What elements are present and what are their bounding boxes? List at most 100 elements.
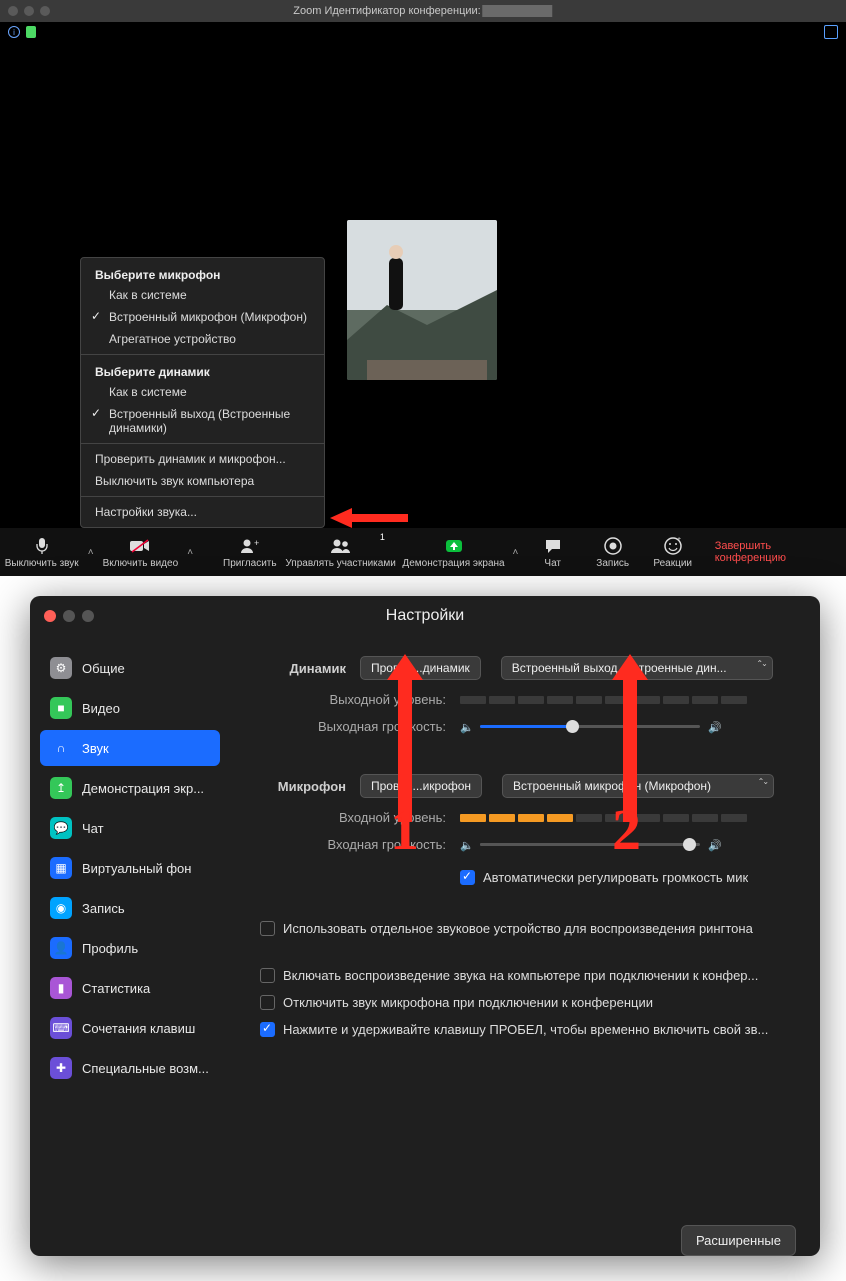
spk-option[interactable]: Встроенный выход (Встроенные динамики) <box>81 403 324 439</box>
sidebar-item-label: Чат <box>82 821 104 836</box>
input-volume-slider[interactable] <box>480 843 700 846</box>
advanced-button[interactable]: Расширенные <box>681 1225 796 1256</box>
video-button[interactable]: Включить видео <box>98 528 183 576</box>
annotation-number-2: 2 <box>612 796 641 863</box>
option-checkbox[interactable] <box>260 1022 275 1037</box>
record-button[interactable]: Запись <box>583 528 643 576</box>
level-segment <box>663 814 689 822</box>
settings-window: Настройки ⚙Общие ■Видео ∩ Звук ↥Демонстрация… <box>30 596 820 1256</box>
info-icon[interactable]: i <box>8 26 20 38</box>
menu-separator <box>81 443 324 444</box>
test-mic-button[interactable]: Провер...икрофон <box>360 774 482 798</box>
reactions-button[interactable]: + Реакции <box>643 528 703 576</box>
chat-icon <box>544 536 562 556</box>
test-audio-item[interactable]: Проверить динамик и микрофон... <box>81 448 324 470</box>
output-volume-row: Выходная громкость: 🔈 🔊 <box>240 719 820 734</box>
video-menu-chevron-icon[interactable]: ˄ <box>183 528 198 576</box>
input-level-meter <box>460 814 747 822</box>
level-segment <box>489 814 515 822</box>
participants-button[interactable]: 1 Управлять участниками <box>282 528 399 576</box>
sidebar-item-bg[interactable]: ▦ Виртуальный фон <box>40 850 220 886</box>
auto-adjust-checkbox[interactable] <box>460 870 475 885</box>
chat-icon: 💬 <box>50 817 72 839</box>
level-segment <box>576 814 602 822</box>
level-segment <box>460 814 486 822</box>
sidebar-item-video[interactable]: ■Видео <box>40 690 220 726</box>
max-dot[interactable] <box>40 6 50 16</box>
sidebar-item-label: Запись <box>82 901 125 916</box>
user-photo-placeholder <box>347 220 497 380</box>
mic-option[interactable]: Как в системе <box>81 284 324 306</box>
sidebar-item-label: Демонстрация экр... <box>82 781 204 796</box>
mic-label: Микрофон <box>240 779 360 794</box>
sidebar-item-label: Сочетания клавиш <box>82 1021 195 1036</box>
output-level-meter <box>460 696 747 704</box>
participant-video-tile[interactable] <box>347 220 497 380</box>
option-row[interactable]: Включать воспроизведение звука на компью… <box>260 962 820 989</box>
min-dot[interactable] <box>63 610 75 622</box>
level-segment <box>721 696 747 704</box>
settings-content: Динамик Провер...динамик Встроенный выхо… <box>230 636 820 1256</box>
mic-option[interactable]: Встроенный микрофон (Микрофон) <box>81 306 324 328</box>
min-dot[interactable] <box>24 6 34 16</box>
window-controls[interactable] <box>0 6 50 16</box>
mic-device-select[interactable]: Встроенный микрофон (Микрофон) <box>502 774 774 798</box>
sidebar-item-profile[interactable]: 👤Профиль <box>40 930 220 966</box>
window-controls[interactable] <box>44 610 94 622</box>
headphones-icon: ∩ <box>50 737 72 759</box>
sidebar-item-kbd[interactable]: ⌨Сочетания клавиш <box>40 1010 220 1046</box>
option-row[interactable]: Отключить звук микрофона при подключении… <box>260 989 820 1016</box>
close-dot[interactable] <box>44 610 56 622</box>
ringtone-device-checkbox[interactable] <box>260 921 275 936</box>
option-checkbox[interactable] <box>260 968 275 983</box>
sidebar-item-label: Статистика <box>82 981 150 996</box>
close-dot[interactable] <box>8 6 18 16</box>
option-label: Отключить звук микрофона при подключении… <box>283 995 653 1010</box>
output-level-row: Выходной уровень: <box>240 692 820 707</box>
settings-title: Настройки <box>386 607 464 625</box>
audio-settings-item[interactable]: Настройки звука... <box>81 501 324 523</box>
sidebar-item-stats[interactable]: ▮Статистика <box>40 970 220 1006</box>
level-segment <box>518 814 544 822</box>
speaker-device-select[interactable]: Встроенный выход (Встроенные дин... <box>501 656 773 680</box>
audio-menu-chevron-icon[interactable]: ˄ <box>83 528 98 576</box>
max-dot[interactable] <box>82 610 94 622</box>
test-speaker-button[interactable]: Провер...динамик <box>360 656 481 680</box>
sidebar-item-chat[interactable]: 💬 Чат <box>40 810 220 846</box>
encryption-icon[interactable] <box>26 26 36 38</box>
sidebar-item-headphones[interactable]: ∩ Звук <box>40 730 220 766</box>
participants-count: 1 <box>380 532 385 542</box>
sidebar-item-gear[interactable]: ⚙Общие <box>40 650 220 686</box>
invite-button[interactable]: + Пригласить <box>217 528 282 576</box>
sidebar-item-record[interactable]: ◉Запись <box>40 890 220 926</box>
svg-text:+: + <box>254 538 259 548</box>
mic-option[interactable]: Агрегатное устройство <box>81 328 324 350</box>
bg-icon: ▦ <box>50 857 72 879</box>
output-volume-slider[interactable] <box>480 725 700 728</box>
spk-option[interactable]: Как в системе <box>81 381 324 403</box>
sidebar-item-label: Виртуальный фон <box>82 861 191 876</box>
end-meeting-button[interactable]: Завершить конференцию <box>703 528 846 576</box>
settings-titlebar: Настройки <box>30 596 820 636</box>
level-segment <box>489 696 515 704</box>
window-title: Zoom Идентификатор конференции: <box>293 5 552 17</box>
level-segment <box>547 814 573 822</box>
fullscreen-icon[interactable] <box>824 25 838 39</box>
participants-icon <box>329 536 353 556</box>
option-checkbox[interactable] <box>260 995 275 1010</box>
mic-row: Микрофон Провер...икрофон Встроенный мик… <box>240 774 820 798</box>
share-menu-chevron-icon[interactable]: ˄ <box>508 528 523 576</box>
share-button[interactable]: Демонстрация экрана <box>399 528 508 576</box>
sidebar-item-access[interactable]: ✚Специальные возм... <box>40 1050 220 1086</box>
speaker-high-icon: 🔊 <box>708 839 720 851</box>
sidebar-item-label: Звук <box>82 741 109 756</box>
sidebar-item-share[interactable]: ↥Демонстрация экр... <box>40 770 220 806</box>
video-icon <box>130 536 150 556</box>
invite-icon: + <box>239 536 261 556</box>
mute-button[interactable]: Выключить звук <box>0 528 83 576</box>
ringtone-device-row[interactable]: Использовать отдельное звуковое устройст… <box>240 915 820 942</box>
chat-button[interactable]: Чат <box>523 528 583 576</box>
leave-computer-audio-item[interactable]: Выключить звук компьютера <box>81 470 324 492</box>
auto-adjust-row[interactable]: Автоматически регулировать громкость мик <box>240 864 820 891</box>
option-row[interactable]: Нажмите и удерживайте клавишу ПРОБЕЛ, чт… <box>260 1016 820 1043</box>
